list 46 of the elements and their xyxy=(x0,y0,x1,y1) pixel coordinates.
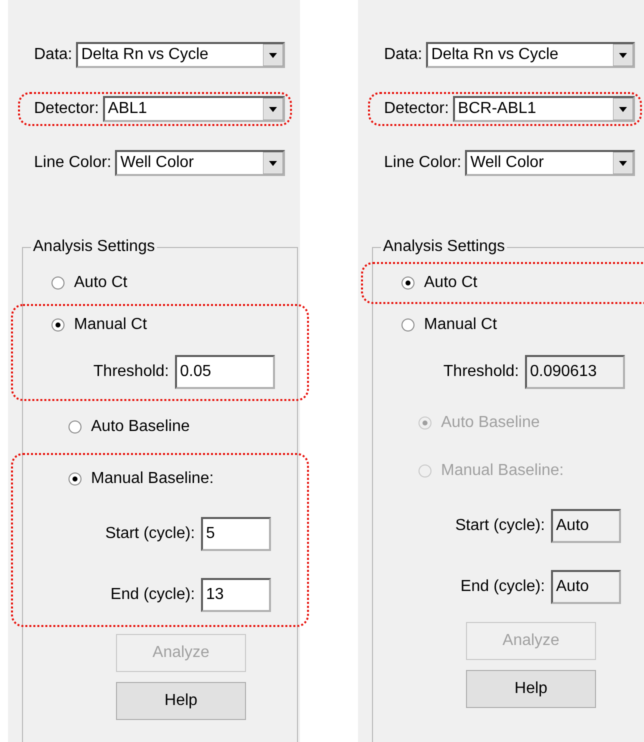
input-field[interactable]: 13 xyxy=(201,578,271,612)
field-label: Start (cycle): xyxy=(455,516,545,534)
radio-button[interactable] xyxy=(401,318,415,332)
input-field[interactable]: 0.05 xyxy=(175,354,275,388)
input-field[interactable]: 0.090613 xyxy=(525,354,625,388)
radio-button[interactable] xyxy=(51,276,65,290)
field-label: Line Color: xyxy=(34,154,112,172)
field-label: Start (cycle): xyxy=(105,524,195,542)
field-label: Data: xyxy=(384,46,422,64)
dropdown[interactable]: Well Color xyxy=(115,150,285,176)
radio-button[interactable] xyxy=(401,276,415,290)
field-label: Data: xyxy=(34,46,72,64)
push-button[interactable]: Help xyxy=(466,670,596,708)
radio-label[interactable]: Manual Ct xyxy=(74,316,147,334)
radio-label[interactable]: Auto Baseline xyxy=(91,418,190,436)
field-label: End (cycle): xyxy=(110,586,195,604)
dropdown[interactable]: Well Color xyxy=(465,150,635,176)
field-label: Threshold: xyxy=(443,362,519,380)
field-label: End (cycle): xyxy=(460,578,545,596)
radio-button[interactable] xyxy=(68,472,82,486)
dropdown[interactable]: Delta Rn vs Cycle xyxy=(76,42,285,68)
dropdown-arrow-icon[interactable] xyxy=(263,152,283,174)
field-label: Detector: xyxy=(384,100,449,118)
field-label: Line Color: xyxy=(384,154,462,172)
dropdown-arrow-icon[interactable] xyxy=(613,44,633,66)
dropdown[interactable]: Delta Rn vs Cycle xyxy=(426,42,635,68)
push-button[interactable]: Help xyxy=(116,682,246,720)
field-label: Detector: xyxy=(34,100,99,118)
dropdown-arrow-icon[interactable] xyxy=(263,44,283,66)
dropdown[interactable]: BCR-ABL1 xyxy=(452,96,635,122)
radio-label[interactable]: Manual Ct xyxy=(424,316,497,334)
radio-button[interactable] xyxy=(51,318,65,332)
dropdown-arrow-icon[interactable] xyxy=(613,152,633,174)
dropdown-arrow-icon[interactable] xyxy=(613,98,633,120)
radio-button[interactable] xyxy=(68,420,82,434)
radio-label[interactable]: Auto Ct xyxy=(74,274,128,292)
input-field[interactable]: Auto xyxy=(551,570,621,604)
input-field[interactable]: Auto xyxy=(551,508,621,542)
radio-label[interactable]: Auto Ct xyxy=(424,274,478,292)
input-field[interactable]: 5 xyxy=(201,516,271,550)
group-title: Analysis Settings xyxy=(382,238,506,256)
dropdown-arrow-icon[interactable] xyxy=(263,98,283,120)
group-title: Analysis Settings xyxy=(32,238,156,256)
dropdown[interactable]: ABL1 xyxy=(102,96,285,122)
radio-label[interactable]: Manual Baseline: xyxy=(91,470,214,488)
field-label: Threshold: xyxy=(93,362,169,380)
